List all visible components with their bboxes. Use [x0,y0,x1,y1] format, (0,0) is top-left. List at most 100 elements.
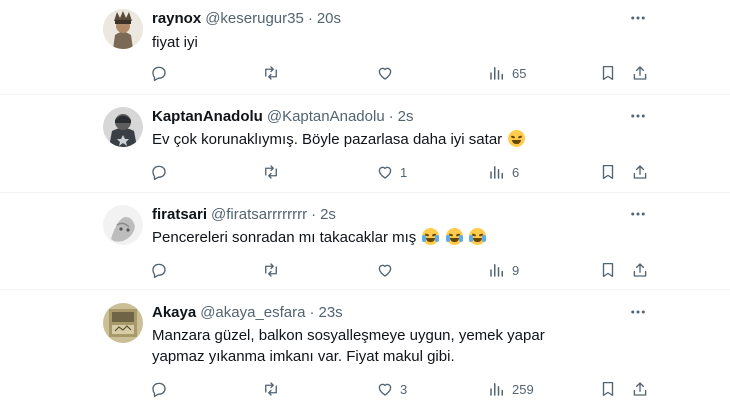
display-name[interactable]: firatsari [152,206,207,223]
tweet-text-body: Ev çok korunaklıymış. Böyle pazarlasa da… [152,131,503,148]
display-name[interactable]: Akaya [152,304,196,321]
like-button[interactable]: 1 [376,161,407,183]
tweet-header: KaptanAnadolu @KaptanAnadolu · 2s [152,106,414,126]
timestamp[interactable]: 20s [317,10,341,27]
tweet-text-body: fiyat iyi [152,34,198,51]
bookmark-button[interactable] [599,259,617,281]
views-icon [490,264,503,277]
like-count: 3 [400,381,408,397]
reply-feed: raynox @keserugur35 · 20s fiyat iyi 65 K… [0,0,730,420]
share-button[interactable] [631,259,649,281]
tweet-actions: 9 [150,259,650,281]
views-count: 65 [512,65,527,81]
tweet[interactable]: Akaya @akaya_esfara · 23s Manzara güzel,… [0,290,730,420]
share-icon [633,382,647,396]
avatar[interactable] [103,9,143,49]
tweet[interactable]: KaptanAnadolu @KaptanAnadolu · 2s Ev çok… [0,95,730,193]
avatar[interactable] [103,205,143,245]
tweet-actions: 1 6 [150,161,650,183]
bookmark-icon [602,262,614,278]
retweet-icon [265,66,277,80]
share-button[interactable] [631,161,649,183]
avatar[interactable] [103,107,143,147]
timestamp[interactable]: 23s [319,304,343,321]
tweet[interactable]: raynox @keserugur35 · 20s fiyat iyi 65 [0,0,730,95]
like-count: 1 [400,164,408,180]
like-button[interactable] [376,62,400,84]
tweet-text: fiyat iyi [152,32,582,53]
share-button[interactable] [631,378,649,400]
reply-button[interactable] [150,378,174,400]
share-button[interactable] [631,62,649,84]
tweet-header: raynox @keserugur35 · 20s [152,8,341,28]
separator-dot: · [311,205,317,223]
views-count: 9 [512,262,520,278]
retweet-icon [265,382,277,396]
like-icon [378,67,392,80]
user-handle[interactable]: @firatsarrrrrrrr [211,206,307,223]
retweet-button[interactable] [262,378,286,400]
like-icon [378,264,392,277]
tweet-text: Pencereleri sonradan mı takacaklar mış [152,227,582,248]
more-icon[interactable] [628,8,648,28]
tweet-header: firatsari @firatsarrrrrrrr · 2s [152,204,336,224]
tweet-text-body: Manzara güzel, balkon sosyalleşmeye uygu… [152,327,545,365]
like-icon [378,166,392,179]
views-button[interactable]: 259 [488,378,534,400]
timestamp[interactable]: 2s [398,108,414,125]
avatar[interactable] [103,303,143,343]
like-icon [378,383,392,396]
separator-dot: · [307,9,313,27]
user-handle[interactable]: @keserugur35 [205,10,304,27]
views-icon [490,166,503,179]
share-icon [633,263,647,277]
grinning-sweat-emoji [508,130,526,147]
like-button[interactable] [376,259,400,281]
reply-button[interactable] [150,62,174,84]
bookmark-button[interactable] [599,161,617,183]
bookmark-button[interactable] [599,62,617,84]
views-icon [490,383,503,396]
retweet-button[interactable] [262,259,286,281]
tweet-header: Akaya @akaya_esfara · 23s [152,302,343,322]
user-handle[interactable]: @KaptanAnadolu [267,108,385,125]
tweet-text-body: Pencereleri sonradan mı takacaklar mış [152,229,417,246]
reply-icon [152,382,166,398]
tweet-actions: 65 [150,62,650,84]
retweet-button[interactable] [262,62,286,84]
separator-dot: · [388,107,394,125]
bookmark-button[interactable] [599,378,617,400]
bookmark-icon [602,164,614,180]
share-icon [633,66,647,80]
views-icon [490,67,503,80]
reply-icon [152,66,166,82]
reply-button[interactable] [150,259,174,281]
tweet-text: Ev çok korunaklıymış. Böyle pazarlasa da… [152,129,582,150]
tweet[interactable]: firatsari @firatsarrrrrrrr · 2s Pencerel… [0,193,730,290]
reply-icon [152,263,166,279]
bookmark-icon [602,65,614,81]
retweet-button[interactable] [262,161,286,183]
more-icon[interactable] [628,302,648,322]
views-count: 259 [512,381,534,397]
tweet-text: Manzara güzel, balkon sosyalleşmeye uygu… [152,325,572,367]
more-icon[interactable] [628,204,648,224]
views-button[interactable]: 9 [488,259,519,281]
tears-of-joy-emoji [468,228,486,245]
display-name[interactable]: raynox [152,10,201,27]
display-name[interactable]: KaptanAnadolu [152,108,263,125]
timestamp[interactable]: 2s [320,206,336,223]
separator-dot: · [309,303,315,321]
more-icon[interactable] [628,106,648,126]
retweet-icon [265,165,277,179]
tears-of-joy-emoji [422,228,440,245]
user-handle[interactable]: @akaya_esfara [200,304,305,321]
views-button[interactable]: 65 [488,62,526,84]
reply-icon [152,165,166,181]
tears-of-joy-emoji [445,228,463,245]
reply-button[interactable] [150,161,174,183]
like-button[interactable]: 3 [376,378,407,400]
views-count: 6 [512,164,520,180]
bookmark-icon [602,381,614,397]
views-button[interactable]: 6 [488,161,519,183]
